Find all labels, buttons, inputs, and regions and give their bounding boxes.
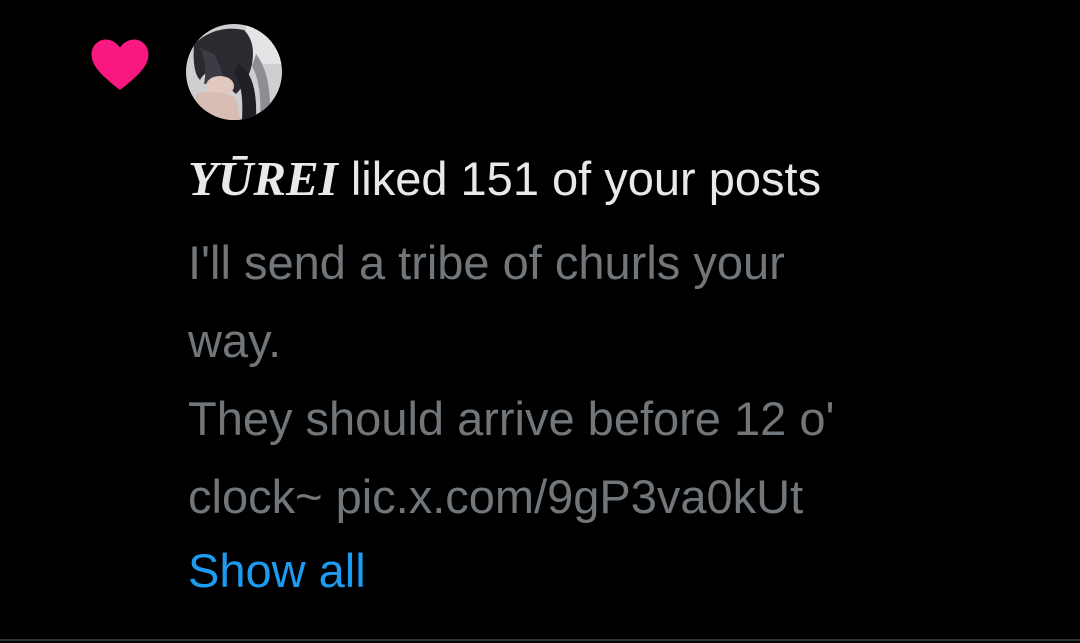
post-preview-text: I'll send a tribe of churls your way. Th… [188,224,988,536]
post-text-line: clock~ pic.x.com/9gP3va0kUt [188,470,804,523]
divider [0,639,1080,641]
like-notification[interactable]: YŪREI liked 151 of your posts I'll send … [0,0,1080,640]
user-avatar[interactable] [186,24,282,120]
heart-icon [91,39,149,90]
username-link[interactable]: YŪREI [188,151,338,206]
show-all-link[interactable]: Show all [188,532,366,610]
notification-content: YŪREI liked 151 of your posts I'll send … [188,148,1048,610]
post-text-line: way. [188,314,282,367]
post-text-line: They should arrive before 12 o' [188,392,835,445]
notification-headline: YŪREI liked 151 of your posts [188,148,1048,210]
action-text: liked 151 of your posts [337,152,822,205]
post-text-line: I'll send a tribe of churls your [188,236,785,289]
